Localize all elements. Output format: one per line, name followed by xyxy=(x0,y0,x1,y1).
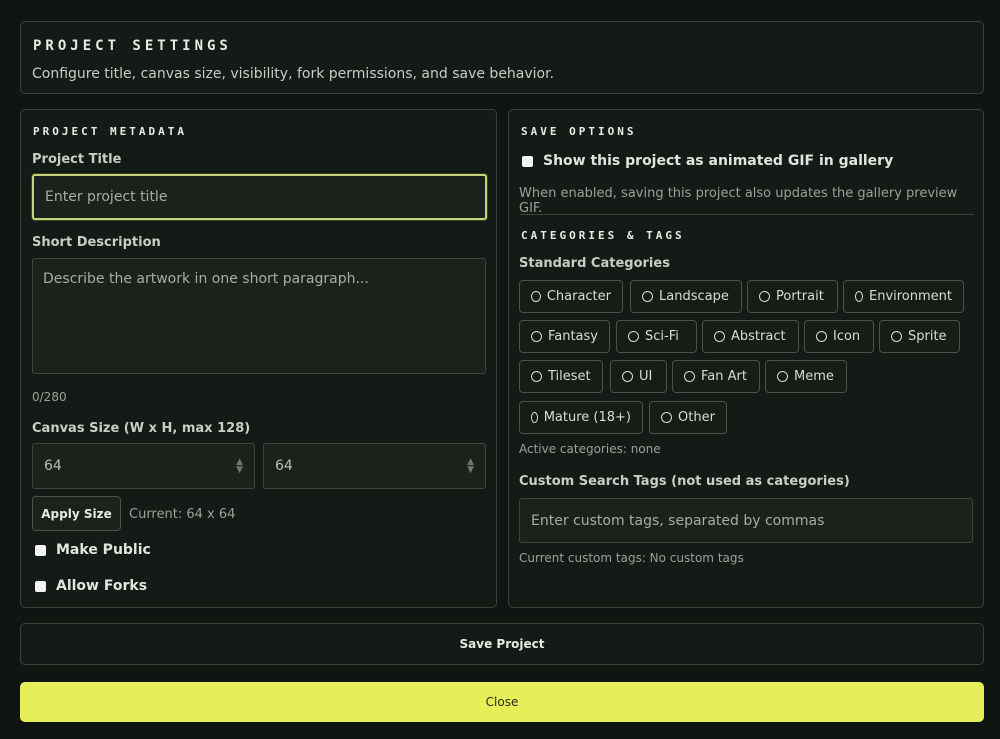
radio-circle-icon xyxy=(628,331,639,342)
apply-size-button[interactable]: Apply Size xyxy=(32,496,121,531)
category-chip-label: Icon xyxy=(833,329,861,344)
short-description-label: Short Description xyxy=(32,235,161,250)
gif-gallery-label: Show this project as animated GIF in gal… xyxy=(543,153,894,169)
save-options-section-title: SAVE OPTIONS xyxy=(521,125,637,138)
make-public-checkbox[interactable] xyxy=(35,544,46,556)
radio-circle-icon xyxy=(531,371,542,382)
canvas-width-value: 64 xyxy=(44,458,62,474)
short-description-input[interactable] xyxy=(32,258,486,374)
canvas-width-input[interactable]: 64 ▲ ▼ xyxy=(32,443,255,489)
category-chip-label: Portrait xyxy=(776,289,824,304)
category-chip-tileset[interactable]: Tileset xyxy=(519,360,603,393)
category-chip-label: Character xyxy=(546,289,611,304)
category-chip-label: Meme xyxy=(794,369,834,384)
make-public-toggle[interactable]: Make Public xyxy=(35,542,151,558)
radio-circle-icon xyxy=(661,412,672,423)
gif-help-text: When enabled, saving this project also u… xyxy=(519,186,958,216)
category-chip-label: Sprite xyxy=(908,329,947,344)
active-categories-text: Active categories: none xyxy=(519,442,661,456)
radio-circle-icon xyxy=(714,331,725,342)
page-title: PROJECT SETTINGS xyxy=(33,38,232,54)
category-chip-environment[interactable]: Environment xyxy=(843,280,964,313)
project-title-input[interactable] xyxy=(32,174,487,220)
category-chip-label: Other xyxy=(678,410,715,425)
project-title-label: Project Title xyxy=(32,152,122,167)
save-options-panel: SAVE OPTIONS Show this project as animat… xyxy=(508,109,984,608)
categories-section-title: CATEGORIES & TAGS xyxy=(521,229,685,242)
description-char-count: 0/280 xyxy=(32,390,67,404)
canvas-size-label: Canvas Size (W x H, max 128) xyxy=(32,421,251,436)
radio-circle-icon xyxy=(777,371,788,382)
category-chip-landscape[interactable]: Landscape xyxy=(630,280,742,313)
custom-tags-input[interactable] xyxy=(519,498,973,543)
current-custom-tags-text: Current custom tags: No custom tags xyxy=(519,551,744,565)
category-chip-label: Fan Art xyxy=(701,369,747,384)
section-divider xyxy=(520,214,974,215)
category-chip-fantasy[interactable]: Fantasy xyxy=(519,320,610,353)
current-size-text: Current: 64 x 64 xyxy=(129,507,236,522)
category-chip-mature-18[interactable]: Mature (18+) xyxy=(519,401,643,434)
radio-circle-icon xyxy=(759,291,770,302)
allow-forks-checkbox[interactable] xyxy=(35,580,46,592)
stepper-icon[interactable]: ▲ ▼ xyxy=(236,458,243,475)
make-public-label: Make Public xyxy=(56,542,151,558)
canvas-height-value: 64 xyxy=(275,458,293,474)
category-chip-label: Sci-Fi xyxy=(645,329,679,344)
category-chip-icon[interactable]: Icon xyxy=(804,320,874,353)
radio-circle-icon xyxy=(531,412,538,423)
allow-forks-toggle[interactable]: Allow Forks xyxy=(35,578,147,594)
category-chip-label: Fantasy xyxy=(547,329,598,344)
save-project-button[interactable]: Save Project xyxy=(20,623,984,665)
radio-circle-icon xyxy=(642,291,653,302)
radio-circle-icon xyxy=(531,291,541,302)
category-chip-label: Mature (18+) xyxy=(543,410,631,425)
radio-circle-icon xyxy=(684,371,695,382)
radio-circle-icon xyxy=(891,331,902,342)
category-chip-label: Tileset xyxy=(548,369,591,384)
stepper-icon[interactable]: ▲ ▼ xyxy=(467,458,474,475)
radio-circle-icon xyxy=(531,331,542,342)
category-chip-label: UI xyxy=(639,369,653,384)
radio-circle-icon xyxy=(855,291,863,302)
category-chip-label: Landscape xyxy=(659,289,729,304)
canvas-height-input[interactable]: 64 ▲ ▼ xyxy=(263,443,486,489)
category-chip-label: Abstract xyxy=(731,329,786,344)
settings-header: PROJECT SETTINGS Configure title, canvas… xyxy=(20,21,984,94)
project-metadata-panel: PROJECT METADATA Project Title Short Des… xyxy=(20,109,497,608)
radio-circle-icon xyxy=(816,331,827,342)
category-chip-sprite[interactable]: Sprite xyxy=(879,320,960,353)
custom-tags-label: Custom Search Tags (not used as categori… xyxy=(519,474,850,489)
category-chip-other[interactable]: Other xyxy=(649,401,727,434)
category-chip-fan-art[interactable]: Fan Art xyxy=(672,360,760,393)
metadata-section-title: PROJECT METADATA xyxy=(33,125,187,138)
category-chip-meme[interactable]: Meme xyxy=(765,360,847,393)
page-subtitle: Configure title, canvas size, visibility… xyxy=(32,66,555,82)
radio-circle-icon xyxy=(622,371,633,382)
category-chip-sci-fi[interactable]: Sci-Fi xyxy=(616,320,697,353)
standard-categories-label: Standard Categories xyxy=(519,256,670,271)
close-button[interactable]: Close xyxy=(20,682,984,722)
allow-forks-label: Allow Forks xyxy=(56,578,148,594)
category-chip-character[interactable]: Character xyxy=(519,280,623,313)
category-chip-ui[interactable]: UI xyxy=(610,360,667,393)
category-chip-label: Environment xyxy=(868,289,952,304)
category-chip-portrait[interactable]: Portrait xyxy=(747,280,838,313)
gif-gallery-checkbox[interactable] xyxy=(522,155,533,167)
category-chip-abstract[interactable]: Abstract xyxy=(702,320,799,353)
gif-gallery-toggle[interactable]: Show this project as animated GIF in gal… xyxy=(522,153,893,169)
